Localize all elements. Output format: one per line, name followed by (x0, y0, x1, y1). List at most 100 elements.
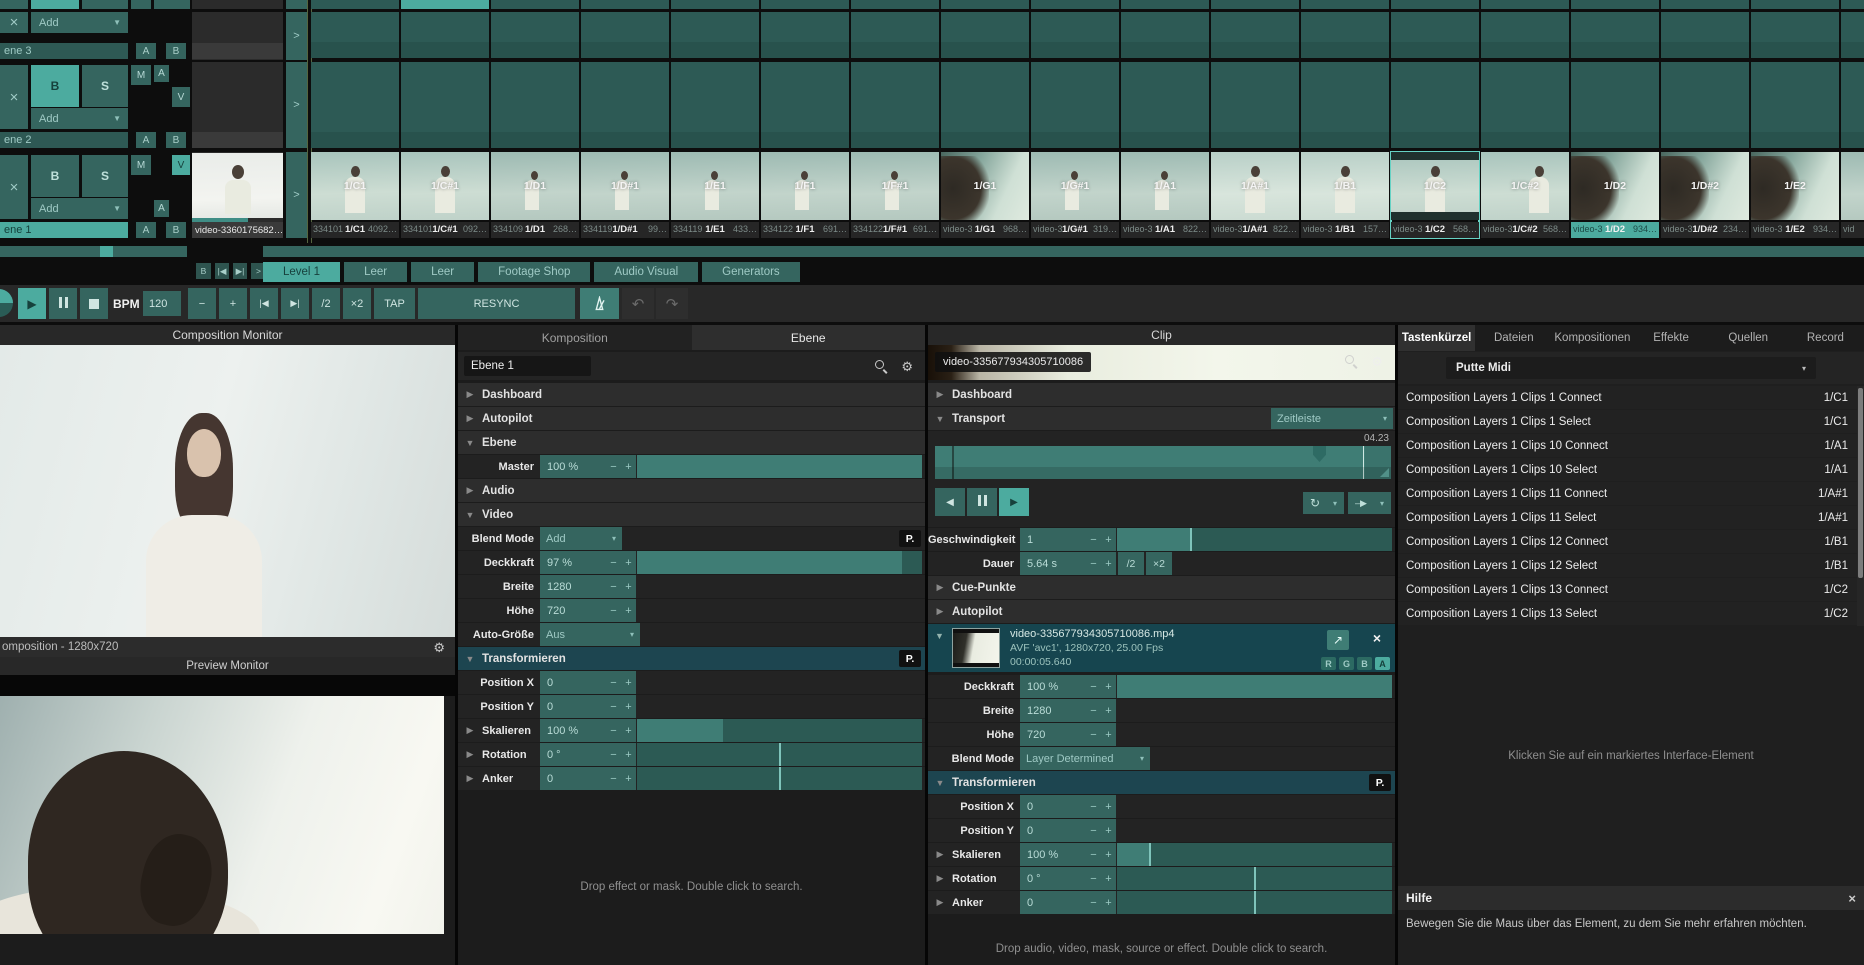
decrement-icon[interactable]: − (606, 677, 621, 689)
shortcut-row[interactable]: Composition Layers 1 Clips 1 Select1/C1 (1398, 410, 1864, 433)
clip-file-info-box[interactable]: ▼ video-335677934305710086.mp4 AVF 'avc1… (928, 624, 1395, 672)
empty-clip-cell[interactable] (1031, 62, 1119, 148)
rotation-slider[interactable] (1117, 867, 1392, 890)
dauer-value[interactable]: 5.64 s−+ (1020, 552, 1116, 575)
grid-scrollbar[interactable] (263, 246, 1864, 257)
redo-button[interactable]: ↷ (656, 288, 688, 319)
decrement-icon[interactable]: − (606, 749, 621, 761)
composition-pause-button[interactable] (49, 288, 77, 319)
tab-tastenk-rzel[interactable]: Tastenkürzel (1398, 325, 1475, 351)
clip-name-chip[interactable]: video-335677934305710086 (935, 352, 1091, 372)
layer2-bypass-button[interactable]: B (31, 65, 79, 107)
anker-slider[interactable] (637, 767, 922, 790)
increment-icon[interactable]: + (621, 461, 636, 473)
increment-icon[interactable]: + (621, 605, 636, 617)
section-ebene[interactable]: ▼Ebene (458, 431, 925, 454)
param-anker[interactable]: ▶Anker0−+ (458, 767, 925, 790)
param-anker[interactable]: ▶Anker0−+ (928, 891, 1395, 914)
h-he-value[interactable]: 720−+ (540, 599, 636, 622)
layer1-side-arrow[interactable]: > (286, 152, 307, 238)
clip-cell-1-c2[interactable]: 1/C2video-31/C2568… (1391, 152, 1479, 238)
anker-slider[interactable] (1117, 891, 1392, 914)
param-breite[interactable]: Breite1280−+ (928, 699, 1395, 722)
param-skalieren[interactable]: ▶Skalieren100 %−+ (928, 843, 1395, 866)
clip-cell-1-g1[interactable]: 1/G1video-31/G1968… (941, 152, 1029, 238)
layer1-blend-dropdown[interactable]: Add▼ (31, 198, 128, 219)
empty-clip-cell[interactable] (491, 62, 579, 148)
empty-clip-cell[interactable] (1121, 62, 1209, 148)
clip-cell-sliver[interactable] (1751, 0, 1839, 9)
shortcut-row[interactable]: Composition Layers 1 Clips 12 Select1/B1 (1398, 554, 1864, 577)
shortcut-row[interactable]: Composition Layers 1 Clips 11 Select1/A#… (1398, 506, 1864, 529)
metronome-button[interactable] (580, 288, 619, 319)
empty-clip-cell[interactable] (1751, 12, 1839, 58)
position-x-value[interactable]: 0−+ (540, 671, 636, 694)
resync-button[interactable]: RESYNC (418, 288, 575, 319)
layer1-video-toggle[interactable]: V (172, 155, 190, 175)
layer2-name-label[interactable]: ene 2 (0, 132, 128, 148)
increment-icon[interactable]: + (621, 557, 636, 569)
clip-cell-sliver[interactable] (311, 0, 399, 9)
layer3-crossfade-b-button[interactable]: B (166, 43, 186, 59)
clip-cell-1-a1[interactable]: 1/A1video-31/A1822… (1121, 152, 1209, 238)
increment-icon[interactable]: + (621, 725, 636, 737)
layer2-clear-button[interactable]: × (0, 65, 28, 129)
layer2-solo-button[interactable]: S (82, 65, 128, 107)
breite-value[interactable]: 1280−+ (1020, 699, 1116, 722)
skalieren-value[interactable]: 100 %−+ (540, 719, 636, 742)
deck-tab-audio-visual[interactable]: Audio Visual (594, 262, 698, 282)
clip-cell-sliver[interactable] (581, 0, 669, 9)
increment-icon[interactable]: + (1101, 897, 1116, 909)
clip-cell-sliver[interactable] (761, 0, 849, 9)
layer1-name-label[interactable]: ene 1 (0, 222, 128, 238)
tab-ebene[interactable]: Ebene (692, 325, 926, 350)
shortcut-row[interactable]: Composition Layers 1 Clips 13 Connect1/C… (1398, 578, 1864, 601)
dauer-double-button[interactable]: ×2 (1146, 552, 1172, 575)
clip-play-backwards-button[interactable]: ◀ (935, 488, 965, 516)
layer3-crossfade-a-button[interactable]: A (136, 43, 156, 59)
layer2-clip-slot[interactable] (192, 62, 283, 148)
clip-cell[interactable]: vid (1841, 152, 1864, 238)
tab-komposition[interactable]: Komposition (458, 325, 692, 350)
empty-clip-cell[interactable] (491, 12, 579, 58)
empty-clip-cell[interactable] (1391, 62, 1479, 148)
increment-icon[interactable]: + (1101, 534, 1116, 546)
anker-value[interactable]: 0−+ (1020, 891, 1116, 914)
geschwindigkeit-value[interactable]: 1−+ (1020, 528, 1116, 551)
clip-cell-1-g-1[interactable]: 1/G#1video-31/G#1319… (1031, 152, 1119, 238)
bpm-value[interactable]: 120 (143, 291, 181, 316)
layer4-clear-button[interactable] (0, 0, 28, 9)
empty-clip-cell[interactable] (851, 62, 939, 148)
composition-play-button[interactable]: ▶ (18, 288, 46, 319)
master-value[interactable]: 100 %−+ (540, 455, 636, 478)
section-transformieren[interactable]: ▼TransformierenP. (928, 771, 1395, 794)
section-transformieren[interactable]: ▼TransformierenP. (458, 647, 925, 670)
shortcut-row[interactable]: Composition Layers 1 Clips 10 Connect1/A… (1398, 434, 1864, 457)
param-dauer[interactable]: Dauer5.64 s−+/2×2 (928, 552, 1395, 575)
layer1-master-toggle[interactable]: M (131, 155, 151, 175)
empty-clip-cell[interactable] (851, 12, 939, 58)
layer3-clear-button[interactable]: × (0, 12, 28, 33)
master-slider[interactable] (637, 455, 922, 478)
position-y-value[interactable]: 0−+ (540, 695, 636, 718)
decrement-icon[interactable]: − (606, 605, 621, 617)
decrement-icon[interactable]: − (1086, 897, 1101, 909)
decrement-icon[interactable]: − (1086, 801, 1101, 813)
layer2-video-toggle[interactable]: V (172, 87, 190, 107)
layer1-audio-toggle[interactable]: A (154, 200, 169, 217)
clip-cell-sliver[interactable] (1661, 0, 1749, 9)
param-rotation[interactable]: ▶Rotation0 °−+ (928, 867, 1395, 890)
param-auto-gr-e[interactable]: Auto-GrößeAus▾ (458, 623, 925, 646)
empty-clip-cell[interactable] (1391, 12, 1479, 58)
increment-icon[interactable]: + (621, 701, 636, 713)
position-y-value[interactable]: 0−+ (1020, 819, 1116, 842)
decrement-icon[interactable]: − (606, 773, 621, 785)
empty-clip-cell[interactable] (1661, 12, 1749, 58)
rotation-slider[interactable] (637, 743, 922, 766)
layer2-blend-dropdown[interactable]: Add▼ (31, 108, 128, 129)
clip-cell-1-c-2[interactable]: 1/C#2video-31/C#2568… (1481, 152, 1569, 238)
shortcut-row[interactable]: Composition Layers 1 Clips 11 Connect1/A… (1398, 482, 1864, 505)
clip-pause-button[interactable] (967, 488, 997, 516)
clip-cell-1-d-1[interactable]: 1/D#13341191/D#199… (581, 152, 669, 238)
layer2-master-toggle[interactable]: M (131, 65, 151, 85)
